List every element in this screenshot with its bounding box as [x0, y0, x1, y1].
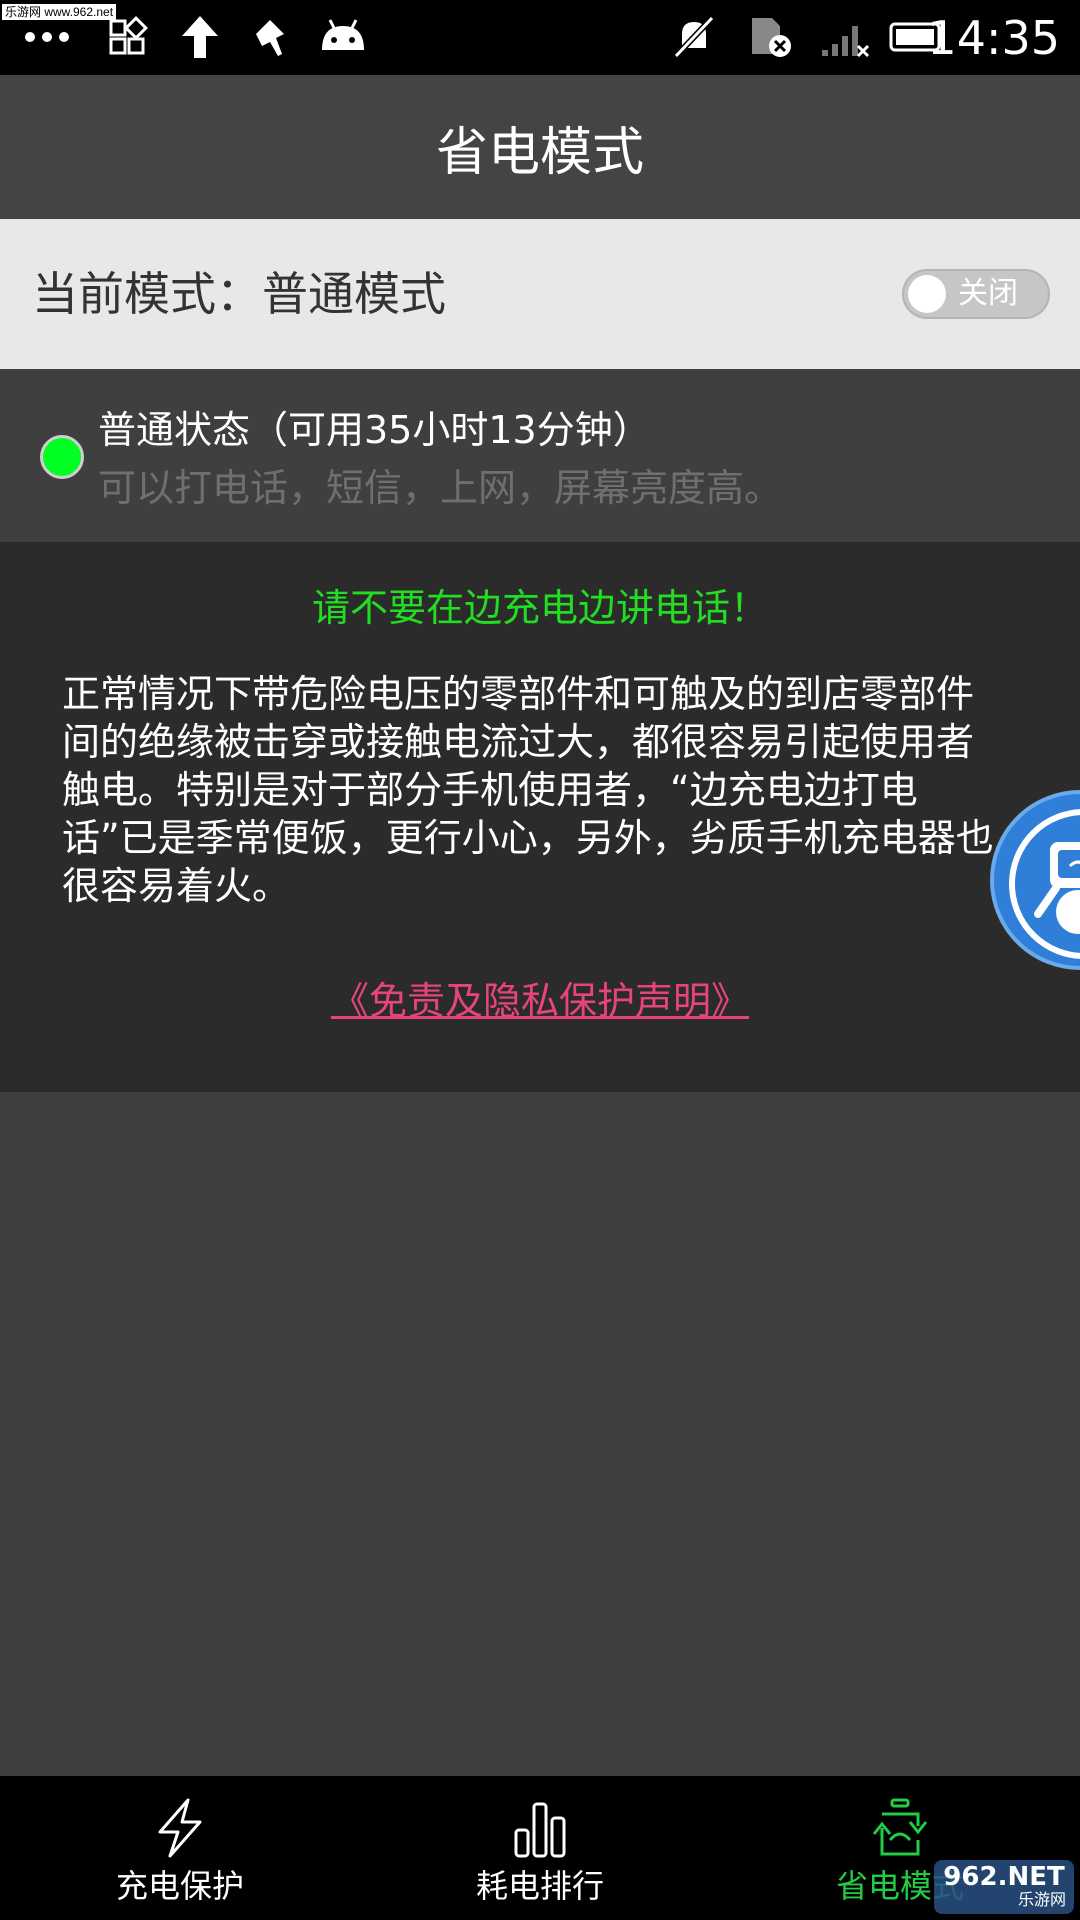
state-title: 普通状态（可用35小时13分钟） [98, 408, 651, 452]
watermark-main-text: 962.NET [943, 1862, 1065, 1892]
battery-cycle-icon [872, 1798, 928, 1856]
android-icon [322, 19, 364, 50]
toggle-knob [908, 275, 946, 313]
state-description: 可以打电话，短信，上网，屏幕亮度高。 [98, 466, 783, 510]
lightning-icon [158, 1798, 202, 1858]
status-indicator-dot [40, 435, 84, 479]
site-logo-watermark: 962.NET 乐游网 [934, 1860, 1074, 1914]
page-title: 省电模式 [435, 122, 644, 183]
warning-panel: 请不要在边充电边讲电话！ 正常情况下带危险电压的零部件和可触及的到店零部件间的绝… [0, 542, 1080, 1092]
app-screen: 乐游网 www.962.net 14:35 省电模式 当前模式：普通模式 关闭 … [0, 0, 1080, 1920]
nav-item-charge-protection[interactable]: 充电保护 [0, 1776, 360, 1920]
toggle-label: 关闭 [958, 276, 1018, 311]
nav-label: 充电保护 [115, 1867, 244, 1905]
apps-grid-icon [109, 15, 148, 55]
pin-icon [256, 20, 284, 56]
power-save-toggle[interactable]: 关闭 [902, 269, 1050, 319]
signal-x-icon [822, 26, 870, 58]
bottom-navigation: 充电保护 耗电排行 省电模式 962.NET 乐游网 [0, 1776, 1080, 1920]
warning-title: 请不要在边充电边讲电话！ [311, 586, 768, 630]
status-bar: 乐游网 www.962.net 14:35 [0, 0, 1080, 75]
upload-arrow-icon [182, 16, 218, 58]
current-mode-row: 当前模式：普通模式 关闭 [0, 219, 1080, 369]
more-dots-icon [25, 32, 69, 42]
mute-bell-icon [673, 15, 715, 59]
title-bar: 省电模式 [0, 75, 1080, 219]
bar-chart-icon [514, 1802, 566, 1858]
watermark-sub-text: 乐游网 [1017, 1890, 1066, 1909]
warning-body: 正常情况下带危险电压的零部件和可触及的到店零部件间的绝缘被击穿或接触电流过大，都… [62, 672, 994, 908]
status-clock: 14:35 [927, 11, 1060, 65]
disclaimer-privacy-link[interactable]: 《免责及隐私保护声明》 [0, 974, 1080, 1028]
current-mode-label: 当前模式：普通模式 [32, 267, 446, 321]
nav-label: 耗电排行 [475, 1867, 604, 1905]
normal-state-row[interactable]: 普通状态（可用35小时13分钟） 可以打电话，短信，上网，屏幕亮度高。 [0, 369, 1080, 542]
sim-card-x-icon [752, 18, 791, 57]
nav-item-power-ranking[interactable]: 耗电排行 [360, 1776, 720, 1920]
